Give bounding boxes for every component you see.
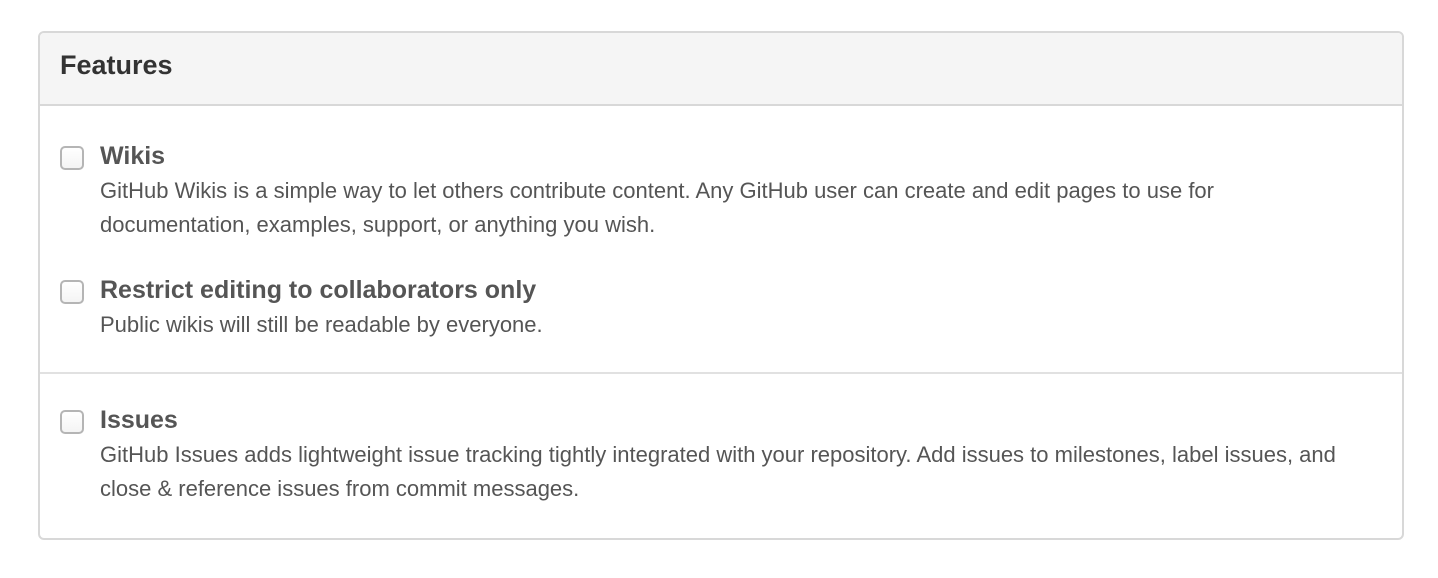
restrict-editing-checkbox[interactable]: [60, 280, 84, 304]
features-title: Features: [60, 50, 173, 80]
issues-description: GitHub Issues adds lightweight issue tra…: [100, 442, 1336, 501]
restrict-editing-label[interactable]: Restrict editing to collaborators only: [100, 276, 536, 305]
issues-label[interactable]: Issues: [100, 406, 178, 435]
issues-section: Issues GitHub Issues adds lightweight is…: [40, 374, 1402, 538]
issues-checkbox[interactable]: [60, 410, 84, 434]
features-panel: Features Wikis GitHub Wikis is a simple …: [38, 31, 1404, 540]
wikis-label[interactable]: Wikis: [100, 142, 165, 171]
wikis-section: Wikis GitHub Wikis is a simple way to le…: [40, 106, 1402, 374]
features-panel-header: Features: [40, 33, 1402, 106]
wikis-description: GitHub Wikis is a simple way to let othe…: [100, 178, 1214, 237]
restrict-editing-description: Public wikis will still be readable by e…: [100, 312, 543, 337]
wikis-checkbox[interactable]: [60, 146, 84, 170]
